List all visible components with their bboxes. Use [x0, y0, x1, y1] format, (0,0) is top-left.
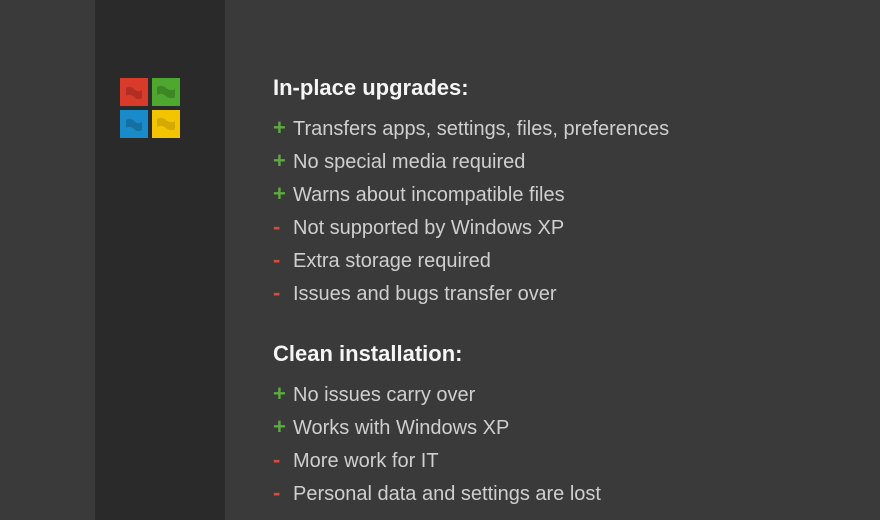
list-item: - Extra storage required — [273, 243, 840, 276]
list-item: + No special media required — [273, 144, 840, 177]
logo-tile-yellow — [152, 110, 180, 138]
list-item: + Works with Windows XP — [273, 410, 840, 443]
sidebar — [0, 0, 225, 520]
logo-tile-blue — [120, 110, 148, 138]
item-text: Warns about incompatible files — [293, 180, 840, 210]
list-item: + Transfers apps, settings, files, prefe… — [273, 111, 840, 144]
section-title: In-place upgrades: — [273, 75, 840, 101]
item-text: Personal data and settings are lost — [293, 479, 840, 509]
item-text: No special media required — [293, 147, 840, 177]
minus-icon: - — [273, 210, 293, 243]
list-item: - Personal data and settings are lost — [273, 476, 840, 509]
plus-icon: + — [273, 377, 293, 410]
list-item: + Warns about incompatible files — [273, 177, 840, 210]
section-clean-installation: Clean installation: + No issues carry ov… — [273, 341, 840, 509]
logo-tile-green — [152, 78, 180, 106]
logo-tile-red — [120, 78, 148, 106]
minus-icon: - — [273, 443, 293, 476]
plus-icon: + — [273, 410, 293, 443]
item-text: Extra storage required — [293, 246, 840, 276]
windows-logo-icon — [120, 78, 180, 138]
list-item: + No issues carry over — [273, 377, 840, 410]
list-item: - Issues and bugs transfer over — [273, 276, 840, 309]
minus-icon: - — [273, 243, 293, 276]
main-content: In-place upgrades: + Transfers apps, set… — [225, 0, 880, 520]
item-text: Transfers apps, settings, files, prefere… — [293, 114, 840, 144]
item-text: More work for IT — [293, 446, 840, 476]
plus-icon: + — [273, 111, 293, 144]
item-text: No issues carry over — [293, 380, 840, 410]
section-title: Clean installation: — [273, 341, 840, 367]
item-text: Issues and bugs transfer over — [293, 279, 840, 309]
list-item: - Not supported by Windows XP — [273, 210, 840, 243]
minus-icon: - — [273, 476, 293, 509]
section-in-place-upgrades: In-place upgrades: + Transfers apps, set… — [273, 75, 840, 309]
item-text: Works with Windows XP — [293, 413, 840, 443]
list-item: - More work for IT — [273, 443, 840, 476]
plus-icon: + — [273, 177, 293, 210]
minus-icon: - — [273, 276, 293, 309]
item-text: Not supported by Windows XP — [293, 213, 840, 243]
plus-icon: + — [273, 144, 293, 177]
